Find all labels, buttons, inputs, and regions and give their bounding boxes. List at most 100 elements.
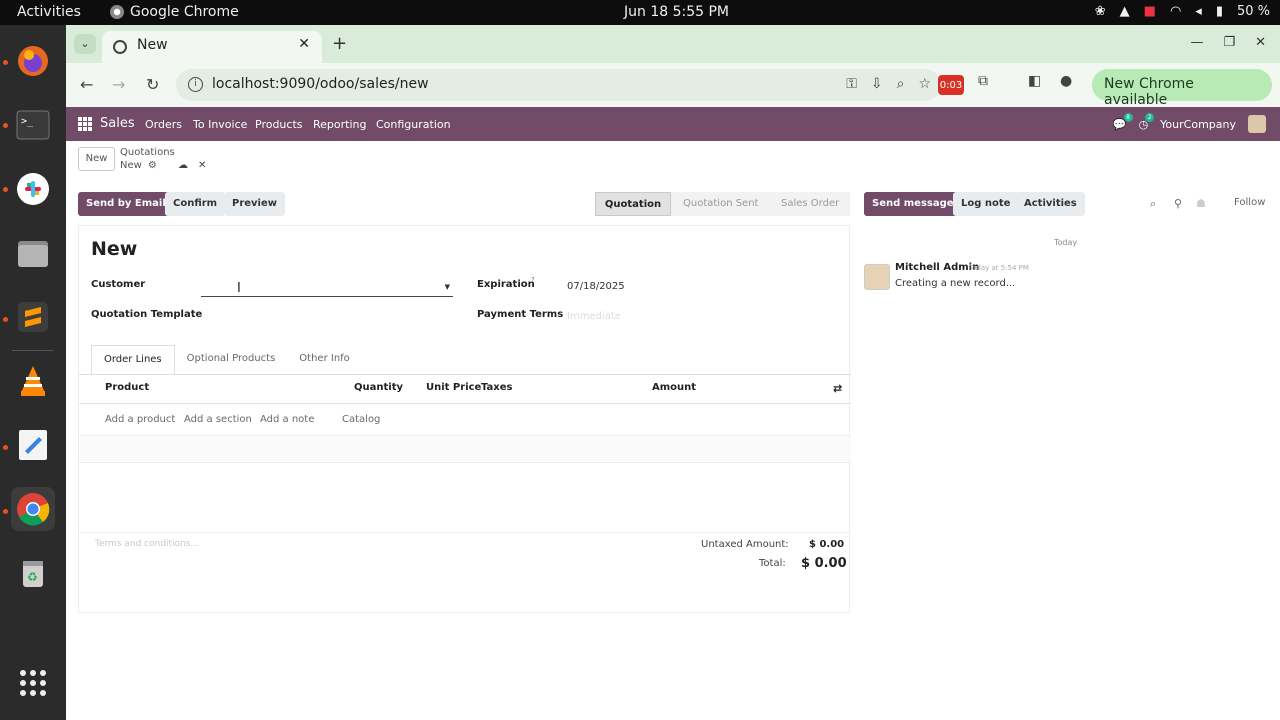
terms-conditions-field[interactable]: Terms and conditions...: [95, 539, 199, 549]
stage-sales-order[interactable]: Sales Order: [781, 192, 839, 216]
expiration-field[interactable]: 07/18/2025: [567, 281, 625, 292]
chrome-dock-icon[interactable]: [11, 487, 55, 531]
menu-configuration[interactable]: Configuration: [376, 118, 451, 131]
recorder-tray-icon: ■: [1143, 4, 1156, 19]
clock[interactable]: Jun 18 5:55 PM: [624, 4, 729, 20]
bookmark-star-icon[interactable]: ☆: [918, 76, 931, 92]
follow-button[interactable]: Follow: [1234, 197, 1265, 208]
message-author[interactable]: Mitchell Admin: [895, 262, 979, 273]
close-window-icon[interactable]: ✕: [1255, 35, 1266, 50]
help-tooltip-icon[interactable]: ?: [531, 276, 535, 284]
company-name[interactable]: YourCompany: [1160, 118, 1236, 131]
confirm-button[interactable]: Confirm: [165, 192, 226, 216]
restore-icon[interactable]: ❐: [1223, 35, 1235, 50]
search-icon[interactable]: ⌕: [1150, 197, 1156, 211]
running-indicator: [3, 123, 8, 128]
running-indicator: [3, 317, 8, 322]
install-app-icon[interactable]: ⇩: [871, 76, 883, 92]
payment-terms-field[interactable]: Immediate: [567, 311, 621, 322]
files-icon[interactable]: [11, 231, 55, 275]
column-quantity[interactable]: Quantity: [354, 382, 403, 393]
profile-icon[interactable]: ●: [1060, 73, 1072, 89]
activities-button-chatter[interactable]: Activities: [1016, 192, 1085, 216]
running-indicator: [3, 445, 8, 450]
messaging-icon[interactable]: 💬 8: [1113, 112, 1133, 131]
tab-optional-products[interactable]: Optional Products: [175, 345, 288, 375]
menu-products[interactable]: Products: [255, 118, 303, 131]
volume-icon: ◂: [1195, 4, 1202, 19]
screen-recorder-extension[interactable]: 0:03: [938, 75, 964, 95]
menu-to-invoice[interactable]: To Invoice: [193, 118, 247, 131]
catalog-link[interactable]: Catalog: [342, 414, 380, 425]
add-note-link[interactable]: Add a note: [260, 414, 314, 425]
reload-icon[interactable]: ↻: [146, 75, 159, 94]
zoom-icon[interactable]: ⌕: [897, 76, 905, 92]
menu-reporting[interactable]: Reporting: [313, 118, 366, 131]
app-switcher-icon[interactable]: [78, 117, 92, 131]
vlc-icon[interactable]: [11, 359, 55, 403]
app-brand[interactable]: Sales: [100, 116, 135, 131]
new-record-button[interactable]: New: [78, 147, 115, 171]
breadcrumb-quotations[interactable]: Quotations: [120, 147, 175, 158]
address-bar[interactable]: i localhost:9090/odoo/sales/new ⚿ ⇩ ⌕ ☆: [176, 69, 941, 101]
preview-button[interactable]: Preview: [224, 192, 286, 216]
gear-icon[interactable]: ⚙: [148, 160, 157, 171]
minimize-icon[interactable]: —: [1190, 35, 1203, 50]
app-menu-label: Google Chrome: [130, 4, 239, 20]
discard-icon[interactable]: ✕: [198, 160, 206, 171]
activities-button[interactable]: Activities: [17, 4, 81, 20]
control-panel: New Quotations New ⚙ ☁ ✕ Send by Email C…: [66, 141, 1280, 225]
log-note-button[interactable]: Log note: [953, 192, 1019, 216]
terminal-icon[interactable]: >_: [11, 103, 55, 147]
text-editor-icon[interactable]: [11, 423, 55, 467]
attachment-paperclip-icon[interactable]: ⚲: [1174, 197, 1182, 210]
author-avatar[interactable]: [864, 264, 890, 290]
update-chrome-button[interactable]: New Chrome available: [1092, 69, 1272, 108]
menu-orders[interactable]: Orders: [145, 118, 182, 131]
stage-quotation[interactable]: Quotation: [595, 192, 671, 216]
password-key-icon[interactable]: ⚿: [846, 76, 857, 92]
send-message-button[interactable]: Send message: [864, 192, 962, 216]
column-amount[interactable]: Amount: [652, 382, 696, 393]
user-avatar[interactable]: [1248, 115, 1266, 133]
browser-tab-active[interactable]: New ✕: [102, 31, 322, 63]
send-by-email-button[interactable]: Send by Email: [78, 192, 174, 216]
battery-label: 50 %: [1236, 4, 1270, 19]
site-info-icon[interactable]: i: [188, 77, 203, 92]
activity-clock-icon[interactable]: ◷ 2: [1139, 112, 1155, 131]
tab-other-info[interactable]: Other Info: [287, 345, 362, 375]
new-tab-icon[interactable]: +: [332, 33, 347, 54]
show-apps-icon[interactable]: [11, 661, 55, 705]
column-product[interactable]: Product: [105, 382, 149, 393]
trash-icon[interactable]: ♻: [11, 551, 55, 595]
url-text: localhost:9090/odoo/sales/new: [212, 76, 429, 92]
firefox-icon[interactable]: [11, 39, 55, 83]
column-unit-price[interactable]: Unit Price: [426, 382, 481, 393]
followers-icon[interactable]: ☗: [1196, 197, 1206, 210]
stage-quotation-sent[interactable]: Quotation Sent: [683, 192, 758, 216]
close-tab-icon[interactable]: ✕: [298, 36, 310, 52]
back-icon[interactable]: ←: [80, 75, 93, 94]
forward-icon[interactable]: →: [112, 75, 125, 94]
sublime-icon[interactable]: [11, 295, 55, 339]
system-tray[interactable]: ❀ ▲ ■ ◠ ◂ ▮ 50 %: [1095, 4, 1270, 19]
form-sheet: New Customer ▼ Ι Quotation Template Expi…: [78, 225, 851, 613]
tab-order-lines[interactable]: Order Lines: [91, 345, 175, 375]
slack-icon[interactable]: [11, 167, 55, 211]
header-divider: [79, 403, 851, 404]
save-cloud-icon[interactable]: ☁: [178, 160, 188, 171]
extensions-puzzle-icon[interactable]: ⧉: [978, 73, 988, 89]
chrome-icon: [110, 5, 124, 19]
record-title[interactable]: New: [91, 238, 137, 260]
optional-columns-toggle-icon[interactable]: ⇄: [833, 382, 842, 395]
dropdown-caret-icon[interactable]: ▼: [445, 283, 450, 291]
side-panel-icon[interactable]: ◧: [1028, 73, 1041, 89]
recording-timer: 0:03: [939, 80, 963, 91]
add-product-link[interactable]: Add a product: [105, 414, 175, 425]
column-taxes[interactable]: Taxes: [481, 382, 512, 393]
add-section-link[interactable]: Add a section: [184, 414, 252, 425]
tab-search-button[interactable]: ⌄: [74, 34, 96, 54]
customer-label: Customer: [91, 279, 146, 290]
app-menu[interactable]: Google Chrome: [110, 4, 239, 20]
running-indicator: [3, 509, 8, 514]
